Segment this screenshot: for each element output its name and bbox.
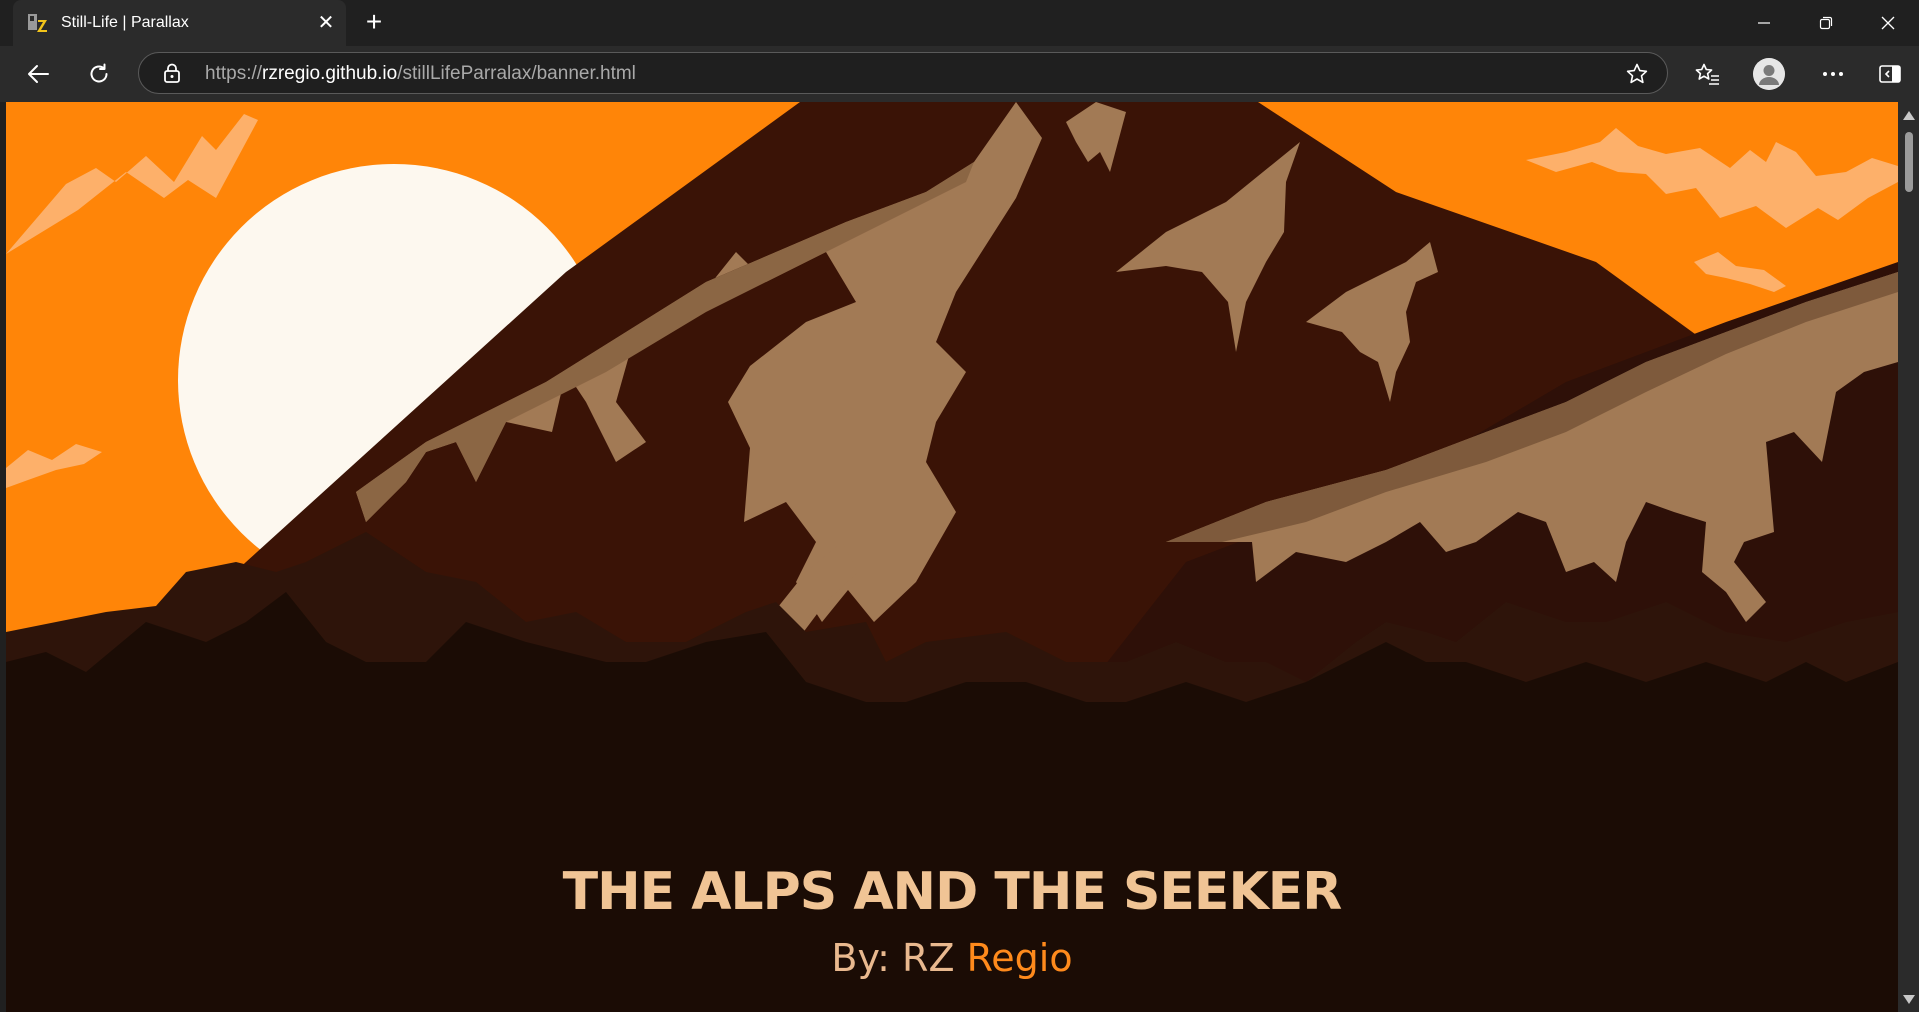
lock-icon[interactable] <box>163 63 181 83</box>
url-scheme: https:// <box>205 63 263 84</box>
new-tab-button[interactable]: + <box>356 7 392 39</box>
restore-icon[interactable] <box>1795 0 1857 46</box>
vertical-scrollbar[interactable] <box>1898 102 1919 1012</box>
profile-icon[interactable] <box>1753 58 1785 90</box>
more-icon[interactable] <box>1813 58 1853 90</box>
refresh-icon[interactable] <box>79 58 119 90</box>
favorites-icon[interactable] <box>1687 58 1727 90</box>
byline-accent: Regio <box>966 936 1073 980</box>
page-viewport[interactable]: THE ALPS AND THE SEEKER By: RZ Regio <box>6 102 1898 1012</box>
star-icon[interactable] <box>1625 62 1649 86</box>
url-text[interactable]: https://rzregio.github.io/stillLifeParra… <box>205 63 636 85</box>
close-icon[interactable] <box>1857 0 1919 46</box>
banner-title: THE ALPS AND THE SEEKER <box>562 862 1343 922</box>
scroll-down-arrow-icon[interactable] <box>1903 995 1915 1004</box>
byline-prefix: By: RZ <box>831 936 955 980</box>
site-favicon-icon <box>28 14 47 32</box>
tab-still-life[interactable]: Still-Life | Parallax ✕ <box>13 0 346 46</box>
back-icon[interactable] <box>18 58 58 90</box>
sidebar-icon[interactable] <box>1870 58 1910 90</box>
scroll-up-arrow-icon[interactable] <box>1903 111 1915 120</box>
tab-title: Still-Life | Parallax <box>61 14 189 31</box>
minimize-icon[interactable] <box>1733 0 1795 46</box>
banner-byline: By: RZ Regio <box>6 936 1898 980</box>
browser-toolbar: https://rzregio.github.io/stillLifeParra… <box>0 46 1919 102</box>
tab-strip: Still-Life | Parallax ✕ + <box>0 0 1919 46</box>
address-bar[interactable]: https://rzregio.github.io/stillLifeParra… <box>138 52 1668 94</box>
url-host: rzregio.github.io <box>262 63 398 84</box>
url-path: /stillLifeParralax/banner.html <box>397 63 636 84</box>
tab-close-icon[interactable]: ✕ <box>314 11 338 35</box>
scroll-thumb[interactable] <box>1905 132 1913 192</box>
